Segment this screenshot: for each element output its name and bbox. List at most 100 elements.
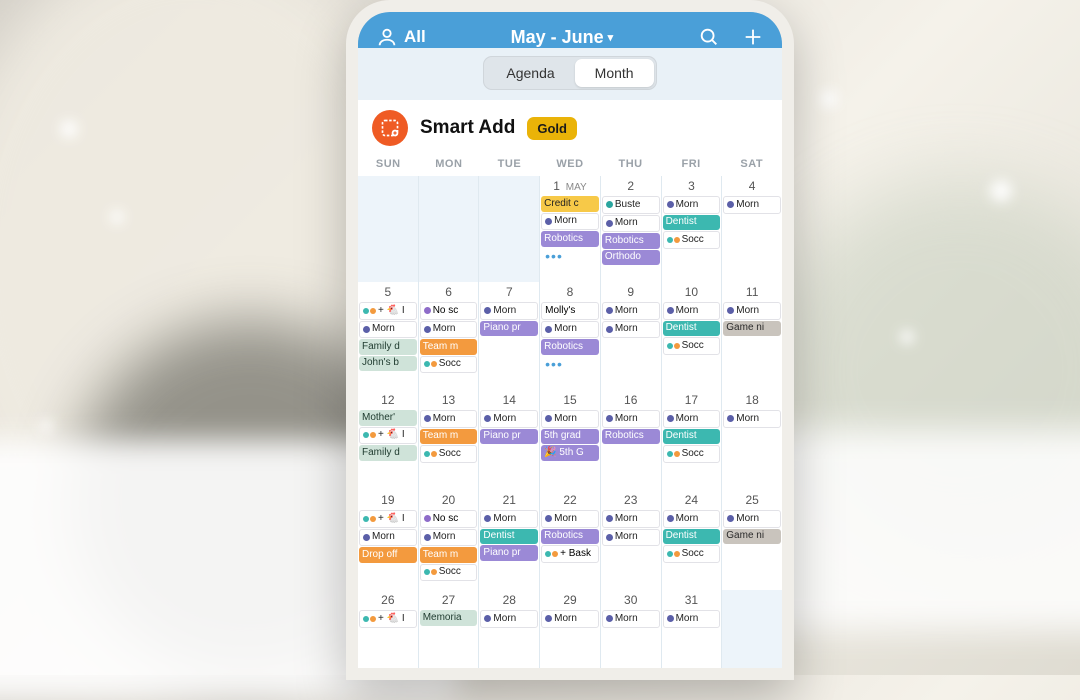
event-pill[interactable]: Piano pr	[480, 545, 538, 561]
event-pill[interactable]: Morn	[723, 302, 781, 320]
event-pill[interactable]: Socc	[420, 445, 478, 463]
event-pill[interactable]: Robotics	[541, 339, 599, 355]
event-pill[interactable]: Morn	[602, 529, 660, 547]
event-pill[interactable]: 🎉 5th G	[541, 445, 599, 461]
event-pill[interactable]: Morn	[541, 610, 599, 628]
event-pill[interactable]: Morn	[420, 529, 478, 547]
event-pill[interactable]: Morn	[602, 215, 660, 233]
event-pill[interactable]: No sc	[420, 510, 478, 528]
event-pill[interactable]: Family d	[359, 445, 417, 461]
event-pill[interactable]: Team m	[420, 547, 478, 563]
event-pill[interactable]: Orthodo	[602, 250, 660, 266]
calendar-cell[interactable]: 9MornMorn	[601, 282, 661, 390]
calendar-cell[interactable]: 22MornRobotics+ Bask	[540, 490, 600, 590]
calendar-cell[interactable]: 26+ 🐔 I	[358, 590, 418, 674]
calendar-cell[interactable]: 20No scMornTeam mSocc	[419, 490, 479, 590]
calendar-cell[interactable]: 21MornDentistPiano pr	[479, 490, 539, 590]
calendar-cell[interactable]: 8Molly's MornRobotics•••	[540, 282, 600, 390]
event-pill[interactable]: Morn	[663, 510, 721, 528]
event-pill[interactable]: Morn	[420, 410, 478, 428]
event-pill[interactable]: Morn	[420, 321, 478, 339]
event-pill[interactable]: Morn	[602, 610, 660, 628]
event-pill[interactable]: Morn	[602, 410, 660, 428]
calendar-cell[interactable]: 23MornMorn	[601, 490, 661, 590]
calendar-cell[interactable]: 11MornGame ni	[722, 282, 782, 390]
event-pill[interactable]: Socc	[663, 231, 721, 249]
event-pill[interactable]: Molly's	[541, 302, 599, 320]
event-pill[interactable]: + 🐔 I	[359, 510, 417, 528]
event-pill[interactable]: John's b	[359, 356, 417, 372]
calendar-cell[interactable]: 7MornPiano pr	[479, 282, 539, 390]
calendar-cell[interactable]: 27Memoria	[419, 590, 479, 674]
event-pill[interactable]: Morn	[663, 410, 721, 428]
smart-add-row[interactable]: Smart Add Gold	[358, 100, 782, 154]
calendar-cell[interactable]: 31Morn	[662, 590, 722, 674]
tab-agenda[interactable]: Agenda	[486, 59, 574, 87]
event-pill[interactable]: Credit c	[541, 196, 599, 212]
calendar-cell[interactable]: 14MornPiano pr	[479, 390, 539, 490]
event-pill[interactable]: Piano pr	[480, 321, 538, 337]
event-pill[interactable]: Dentist	[663, 215, 721, 231]
event-pill[interactable]: Game ni	[723, 529, 781, 545]
calendar-cell[interactable]: 12Mother'+ 🐔 IFamily d	[358, 390, 418, 490]
event-pill[interactable]: Morn	[480, 510, 538, 528]
event-pill[interactable]: Morn	[663, 302, 721, 320]
tab-month[interactable]: Month	[575, 59, 654, 87]
event-pill[interactable]: Dentist	[663, 321, 721, 337]
event-pill[interactable]: + 🐔 I	[359, 610, 417, 628]
event-pill[interactable]: No sc	[420, 302, 478, 320]
event-pill[interactable]: Mother'	[359, 410, 417, 426]
event-pill[interactable]: Dentist	[480, 529, 538, 545]
calendar-cell[interactable]: 30Morn	[601, 590, 661, 674]
event-pill[interactable]: Drop off	[359, 547, 417, 563]
calendar-cell[interactable]: 16MornRobotics	[601, 390, 661, 490]
event-pill[interactable]: Morn	[541, 410, 599, 428]
event-pill[interactable]: Piano pr	[480, 429, 538, 445]
more-events-indicator[interactable]: •••	[541, 356, 599, 372]
event-pill[interactable]: Dentist	[663, 529, 721, 545]
event-pill[interactable]: Robotics	[541, 231, 599, 247]
event-pill[interactable]: Socc	[663, 545, 721, 563]
search-icon[interactable]	[698, 26, 720, 48]
event-pill[interactable]: Family d	[359, 339, 417, 355]
calendar-cell[interactable]: 25MornGame ni	[722, 490, 782, 590]
event-pill[interactable]: Morn	[723, 410, 781, 428]
event-pill[interactable]: Morn	[602, 510, 660, 528]
event-pill[interactable]: 5th grad	[541, 429, 599, 445]
calendar-cell[interactable]: 17MornDentistSocc	[662, 390, 722, 490]
calendar-cell[interactable]: 13MornTeam mSocc	[419, 390, 479, 490]
event-pill[interactable]: Morn	[541, 213, 599, 231]
event-pill[interactable]: Morn	[541, 510, 599, 528]
calendar-cell[interactable]: 29Morn	[540, 590, 600, 674]
event-pill[interactable]: Buste	[602, 196, 660, 214]
event-pill[interactable]: Robotics	[602, 233, 660, 249]
calendar-cell[interactable]: 24MornDentistSocc	[662, 490, 722, 590]
event-pill[interactable]: Morn	[480, 410, 538, 428]
event-pill[interactable]: Socc	[663, 337, 721, 355]
event-pill[interactable]: Game ni	[723, 321, 781, 337]
event-pill[interactable]: Morn	[480, 302, 538, 320]
add-icon[interactable]	[742, 26, 764, 48]
calendar-cell[interactable]: 10MornDentistSocc	[662, 282, 722, 390]
calendar-cell[interactable]: 28Morn	[479, 590, 539, 674]
event-pill[interactable]: Socc	[420, 564, 478, 582]
event-pill[interactable]: Morn	[602, 302, 660, 320]
calendar-cell[interactable]: 4Morn	[722, 176, 782, 282]
more-events-indicator[interactable]: •••	[541, 248, 599, 264]
calendar-cell[interactable]: 2BusteMornRoboticsOrthodo	[601, 176, 661, 282]
calendar-cell[interactable]: 3MornDentistSocc	[662, 176, 722, 282]
calendar-cell[interactable]: 5+ 🐔 IMornFamily dJohn's b	[358, 282, 418, 390]
event-pill[interactable]: Team m	[420, 339, 478, 355]
event-pill[interactable]: Socc	[663, 445, 721, 463]
event-pill[interactable]: + 🐔 I	[359, 302, 417, 320]
event-pill[interactable]: Morn	[359, 321, 417, 339]
event-pill[interactable]: + 🐔 I	[359, 427, 417, 445]
calendar-cell[interactable]: 19+ 🐔 IMornDrop off	[358, 490, 418, 590]
filter-selector[interactable]: All	[376, 26, 426, 48]
event-pill[interactable]: Robotics	[602, 429, 660, 445]
calendar-cell[interactable]: 18Morn	[722, 390, 782, 490]
event-pill[interactable]: Dentist	[663, 429, 721, 445]
event-pill[interactable]: Team m	[420, 429, 478, 445]
date-range-selector[interactable]: May - June▾	[426, 27, 698, 48]
event-pill[interactable]: Morn	[663, 196, 721, 214]
